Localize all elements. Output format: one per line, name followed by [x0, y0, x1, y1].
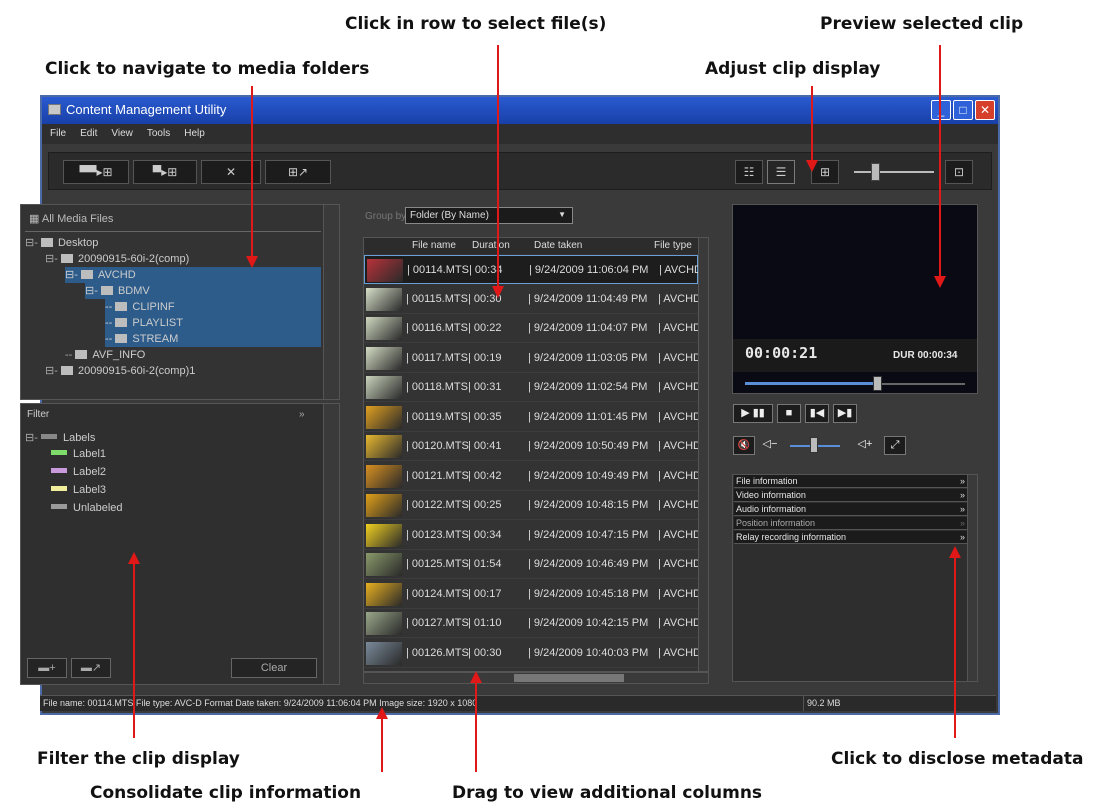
annotation-arrows [128, 45, 961, 772]
page: Click in row to select file(s) Preview s… [0, 0, 1112, 808]
